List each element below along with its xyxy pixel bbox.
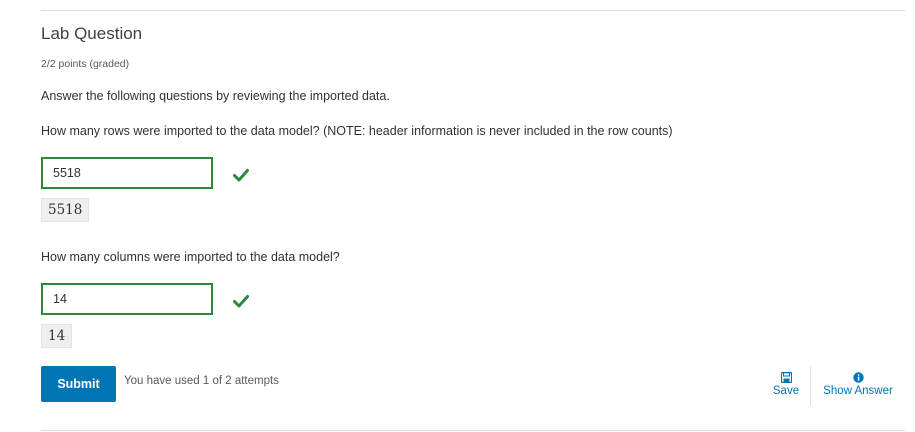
show-answer-label: Show Answer [823,385,893,397]
question-1-answer-input[interactable] [41,157,213,189]
question-1-prompt: How many rows were imported to the data … [41,124,673,138]
points-status: 2/2 points (graded) [41,58,130,70]
save-button[interactable]: Save [768,372,804,397]
question-1-answer-preview: 5518 [41,198,90,222]
attempts-text: You have used 1 of 2 attempts [124,375,279,387]
show-answer-button[interactable]: Show Answer [818,372,898,397]
question-2-prompt: How many columns were imported to the da… [41,250,340,264]
problem-title: Lab Question [41,24,143,43]
bottom-divider [41,430,905,431]
top-divider [41,10,905,11]
question-2-answer-input[interactable] [41,283,213,315]
action-divider [810,366,811,406]
floppy-disk-icon [780,372,792,383]
checkmark-icon [233,169,249,182]
problem-intro: Answer the following questions by review… [41,89,390,103]
checkmark-icon [233,295,249,308]
submit-button[interactable]: Submit [41,366,116,402]
info-circle-icon [852,372,864,383]
question-2-answer-preview: 14 [41,324,73,348]
save-label: Save [772,385,800,397]
